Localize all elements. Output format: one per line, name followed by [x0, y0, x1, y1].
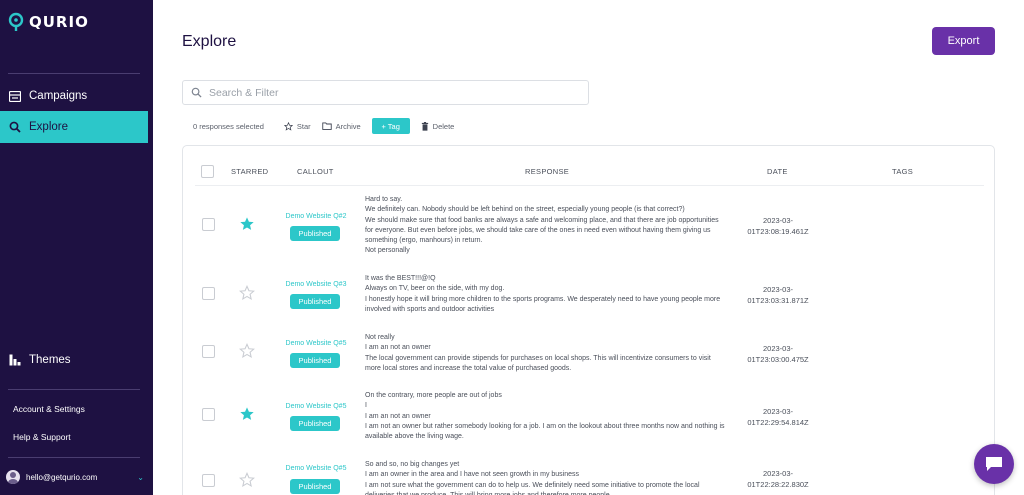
response-date: 2023-03- 01T23:03:31.871Z	[747, 285, 809, 305]
sidebar-item-explore[interactable]: Explore	[0, 111, 148, 143]
sidebar-divider	[8, 389, 140, 390]
row-checkbox[interactable]	[202, 408, 215, 421]
star-icon	[283, 121, 293, 131]
responses-table: STARRED CALLOUT RESPONSE DATE TAGS Demo …	[182, 145, 995, 495]
status-badge: Published	[290, 416, 340, 431]
sidebar-divider	[8, 457, 140, 458]
sidebar: QURIO Campaigns Explore Themes Account &…	[0, 0, 153, 495]
star-outline-icon[interactable]	[239, 472, 255, 488]
response-text: Not really I am an not an owner The local …	[365, 334, 711, 372]
app-name: QURIO	[29, 13, 89, 31]
user-menu[interactable]: hello@getqurio.com ⌄	[6, 469, 144, 485]
column-header-starred[interactable]: STARRED	[231, 167, 268, 176]
bulk-actions-toolbar: 0 responses selected Star Archive + Tag …	[193, 118, 465, 134]
response-date: 2023-03- 01T22:28:22.830Z	[747, 469, 809, 489]
sidebar-item-themes[interactable]: Themes	[0, 344, 148, 376]
selected-count: 0 responses selected	[193, 121, 264, 131]
delete-action-label: Delete	[432, 121, 455, 131]
sidebar-item-campaigns[interactable]: Campaigns	[0, 80, 148, 112]
response-text: Hard to say. We definitely can. Nobody sh…	[365, 196, 719, 255]
folder-icon	[321, 122, 332, 130]
response-date: 2023-03- 01T23:03:00.475Z	[747, 344, 809, 364]
user-email: hello@getqurio.com	[26, 472, 98, 482]
star-outline-icon[interactable]	[239, 343, 255, 359]
sidebar-item-label: Explore	[29, 121, 68, 133]
search-icon	[191, 87, 202, 98]
callout-link[interactable]: Demo Website Q#3	[280, 281, 352, 288]
column-header-date[interactable]: DATE	[767, 167, 788, 176]
response-date: 2023-03- 01T23:08:19.461Z	[747, 216, 809, 236]
delete-action[interactable]: Delete	[421, 121, 455, 131]
select-all-checkbox[interactable]	[201, 165, 214, 178]
status-badge: Published	[290, 479, 340, 494]
status-badge: Published	[290, 294, 340, 309]
search-bar[interactable]	[182, 80, 589, 105]
logo[interactable]: QURIO	[8, 12, 89, 32]
row-checkbox[interactable]	[202, 218, 215, 231]
qurio-logo-icon	[8, 12, 24, 31]
sidebar-item-label: Themes	[29, 354, 71, 366]
sidebar-divider	[8, 73, 140, 74]
table-header: STARRED CALLOUT RESPONSE DATE TAGS	[195, 160, 984, 186]
archive-action[interactable]: Archive	[321, 121, 361, 131]
callout-link[interactable]: Demo Website Q#2	[280, 213, 352, 220]
response-text: So and so, no big changes yet I am an own…	[365, 461, 700, 495]
star-filled-icon[interactable]	[239, 216, 255, 232]
star-filled-icon[interactable]	[239, 406, 255, 422]
chevron-down-icon[interactable]: ⌄	[137, 473, 144, 482]
campaigns-icon	[9, 90, 21, 102]
add-tag-button[interactable]: + Tag	[371, 118, 410, 134]
search-icon	[9, 121, 21, 133]
column-header-tags[interactable]: TAGS	[892, 167, 913, 176]
response-date: 2023-03- 01T22:29:54.814Z	[747, 407, 809, 427]
page-title: Explore	[182, 33, 237, 50]
callout-link[interactable]: Demo Website Q#5	[280, 403, 352, 410]
status-badge: Published	[290, 226, 340, 241]
export-button[interactable]: Export	[932, 27, 995, 55]
avatar	[6, 470, 20, 484]
account-settings-link[interactable]: Account & Settings	[13, 404, 85, 414]
callout-link[interactable]: Demo Website Q#5	[280, 340, 352, 347]
column-header-callout[interactable]: CALLOUT	[297, 167, 334, 176]
star-outline-icon[interactable]	[239, 285, 255, 301]
row-checkbox[interactable]	[202, 345, 215, 358]
row-checkbox[interactable]	[202, 474, 215, 487]
status-badge: Published	[290, 353, 340, 368]
response-text: It was the BEST!!!@!Q Always on TV, beer …	[365, 275, 721, 313]
themes-icon	[9, 354, 21, 366]
search-input[interactable]	[209, 86, 569, 99]
help-support-link[interactable]: Help & Support	[13, 432, 71, 442]
archive-action-label: Archive	[335, 121, 361, 131]
row-checkbox[interactable]	[202, 287, 215, 300]
chat-widget-button[interactable]	[974, 444, 1014, 484]
star-action-label: Star	[296, 121, 311, 131]
sidebar-item-label: Campaigns	[29, 90, 88, 102]
callout-link[interactable]: Demo Website Q#5	[280, 465, 352, 472]
star-action[interactable]: Star	[283, 121, 311, 131]
response-text: On the contrary, more people are out of …	[365, 392, 725, 441]
chat-bubble-icon	[986, 457, 1002, 471]
trash-icon	[421, 121, 428, 131]
column-header-response[interactable]: RESPONSE	[525, 167, 569, 176]
